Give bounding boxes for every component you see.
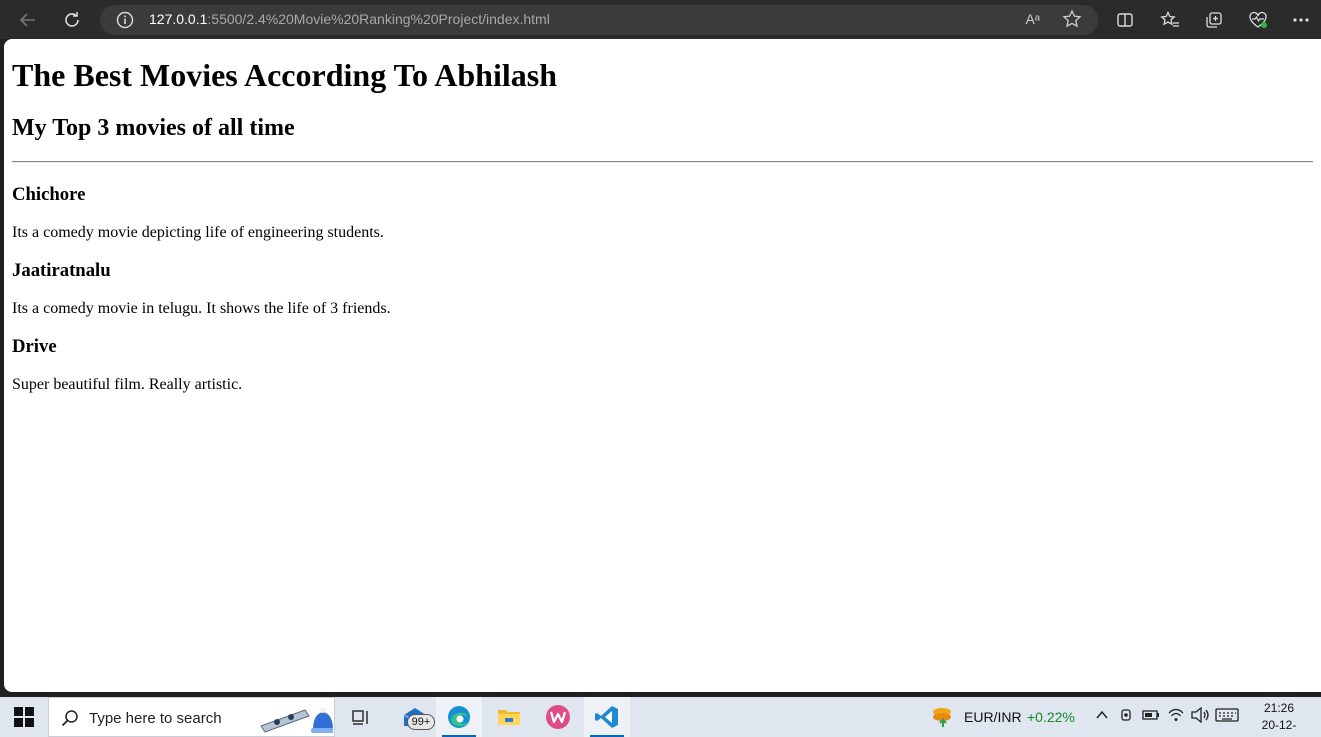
movie-description: Its a comedy movie in telugu. It shows t… (12, 300, 391, 317)
url-path: :5500/2.4%20Movie%20Ranking%20Project/in… (207, 11, 550, 27)
page-title: The Best Movies According To Abhilash (12, 57, 557, 93)
refresh-icon (65, 12, 79, 27)
search-highlight-icon (257, 700, 335, 737)
chevron-up-icon[interactable] (1095, 707, 1109, 726)
back-button[interactable] (12, 4, 44, 36)
browser-essentials-button[interactable] (1242, 4, 1274, 36)
more-dots-icon (1293, 18, 1309, 22)
movie-description: Super beautiful film. Really artistic. (12, 376, 243, 393)
task-view-button[interactable] (338, 697, 384, 737)
address-bar[interactable]: 127.0.0.1:5500/2.4%20Movie%20Ranking%20P… (100, 5, 1098, 35)
favorites-button[interactable] (1154, 4, 1186, 36)
battery-icon[interactable] (1142, 707, 1160, 726)
exchange-pair[interactable]: EUR/INR (964, 709, 1022, 725)
taskbar: Type here to search 99+ EUR/INR +0.22% 2… (0, 697, 1321, 737)
vscode-icon (595, 706, 618, 728)
movie-item: Jaatiratnalu Its a comedy movie in telug… (12, 260, 1313, 318)
mail-badge: 99+ (407, 714, 435, 730)
favorites-list-icon (1160, 11, 1179, 27)
search-placeholder: Type here to search (89, 710, 222, 727)
movie-item: Chichore Its a comedy movie depicting li… (12, 184, 1313, 242)
split-screen-icon (1117, 13, 1133, 27)
folder-icon (498, 710, 520, 725)
taskbar-edge-app[interactable] (436, 697, 482, 737)
movie-description: Its a comedy movie depicting life of eng… (12, 224, 384, 241)
settings-menu-button[interactable] (1285, 4, 1317, 36)
keyboard-icon[interactable] (1215, 707, 1239, 727)
browser-toolbar: 127.0.0.1:5500/2.4%20Movie%20Ranking%20P… (0, 0, 1321, 39)
taskbar-vscode[interactable] (584, 697, 630, 737)
wifi-icon[interactable] (1167, 707, 1185, 727)
heart-pulse-icon (1249, 11, 1267, 28)
task-view-icon (352, 710, 368, 725)
split-screen-button[interactable] (1109, 4, 1141, 36)
page-content: The Best Movies According To Abhilash My… (4, 39, 1321, 420)
start-button[interactable] (14, 707, 34, 731)
favorite-star-icon[interactable] (1062, 9, 1082, 33)
movie-title: Jaatiratnalu (12, 260, 111, 281)
taskbar-file-explorer[interactable] (486, 697, 532, 737)
refresh-button[interactable] (56, 4, 88, 36)
url-host: 127.0.0.1 (149, 11, 208, 27)
clock-time: 21:26 (1263, 701, 1295, 715)
taskbar-wps-office[interactable] (535, 697, 581, 737)
read-aloud-icon[interactable]: Aᵃ (1025, 11, 1040, 27)
collections-button[interactable] (1198, 4, 1230, 36)
site-info-icon[interactable] (116, 11, 134, 33)
collections-icon (1206, 12, 1222, 28)
edge-browser-icon (448, 706, 470, 728)
wps-office-icon (546, 705, 570, 729)
movie-title: Chichore (12, 184, 86, 205)
windows-logo-icon (14, 707, 34, 727)
page-subtitle: My Top 3 movies of all time (12, 115, 295, 141)
exchange-rate-icon (930, 705, 956, 733)
back-arrow-icon (19, 13, 35, 27)
system-clock[interactable]: 21:26 20-12-2023 (1249, 700, 1309, 737)
volume-icon[interactable] (1190, 706, 1210, 727)
page-viewport: The Best Movies According To Abhilash My… (4, 39, 1321, 692)
address-url[interactable]: 127.0.0.1:5500/2.4%20Movie%20Ranking%20P… (149, 11, 550, 27)
movie-title: Drive (12, 336, 57, 357)
clock-date: 20-12-2023 (1261, 718, 1297, 737)
divider (12, 161, 1313, 163)
search-icon (61, 709, 79, 731)
taskbar-search-box[interactable]: Type here to search (48, 697, 335, 737)
exchange-change[interactable]: +0.22% (1027, 709, 1075, 725)
movie-item: Drive Super beautiful film. Really artis… (12, 336, 1313, 394)
meet-now-icon[interactable] (1119, 707, 1133, 727)
